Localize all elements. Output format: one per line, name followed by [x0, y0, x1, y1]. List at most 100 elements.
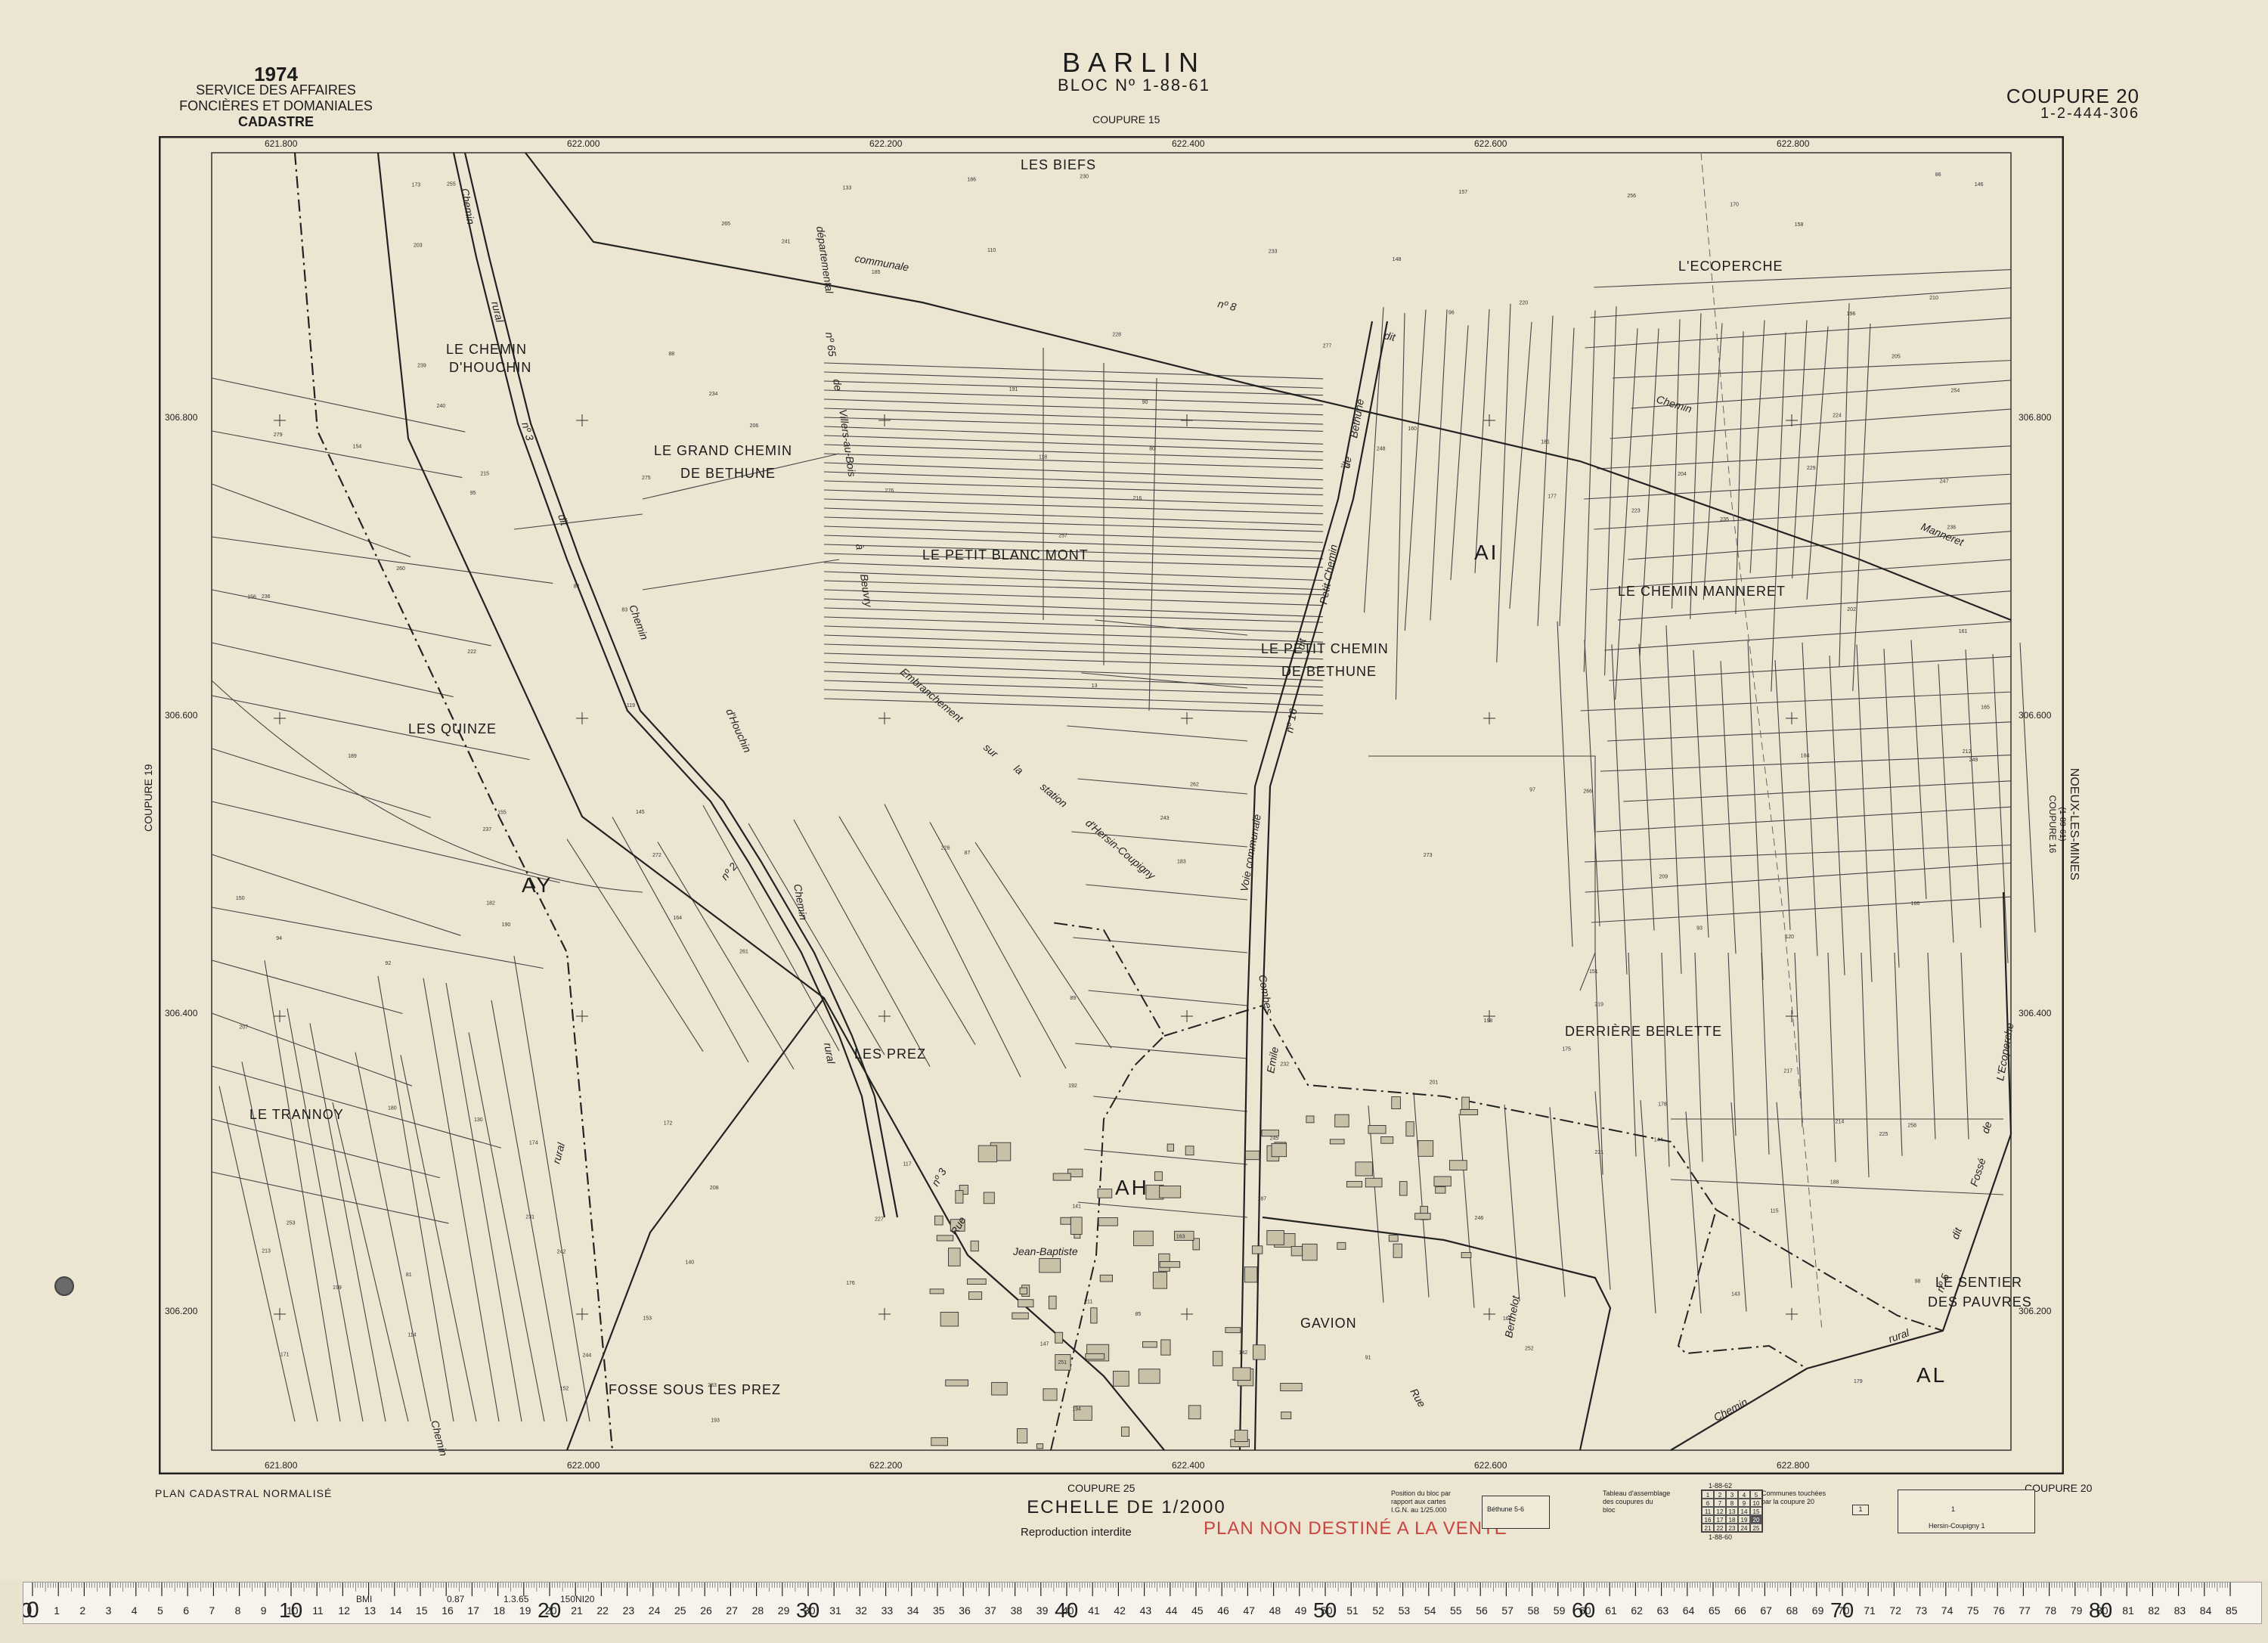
road-chemin-sw: Chemin: [429, 1419, 450, 1458]
ruler-number: 79: [2071, 1604, 2083, 1617]
parcel-number: 141: [1072, 1204, 1081, 1209]
parcel-number: 246: [1475, 1216, 1484, 1221]
parcel-number: 228: [1112, 333, 1121, 338]
ruler-number: 25: [674, 1604, 686, 1617]
parcel-number: 255: [447, 182, 456, 188]
coupure-right-town: NOEUX-LES-MINES: [2068, 767, 2081, 881]
ruler-number: 66: [1734, 1604, 1746, 1617]
parcel-number: 199: [333, 1285, 342, 1291]
ruler-number: 31: [829, 1604, 841, 1617]
parcel-number: 261: [739, 950, 748, 955]
parcel-number: 252: [1525, 1346, 1534, 1351]
ruler-decade: 50: [1313, 1598, 1337, 1622]
coord-y-left: 306.200: [165, 1306, 198, 1316]
parcel-number: 219: [1594, 1002, 1603, 1007]
tableau-text: Tableau d'assemblage des coupures du bloc: [1603, 1490, 1671, 1514]
ruler-number: 47: [1243, 1604, 1255, 1617]
parcel-number: 98: [1914, 1279, 1920, 1284]
section-ay: AY: [522, 873, 553, 897]
parcel-number: 234: [709, 392, 718, 397]
roads-layer: [293, 152, 2012, 1451]
ruler-number: 39: [1036, 1604, 1049, 1617]
ruler-number: 27: [726, 1604, 738, 1617]
parcel-number: 165: [1981, 705, 1990, 711]
parcel-number: 88: [668, 352, 674, 357]
ruler-code: 0.87: [447, 1594, 465, 1604]
parcel-number: 119: [627, 703, 635, 708]
grid-cell: 20: [1750, 1515, 1762, 1524]
section-al: AL: [1916, 1363, 1947, 1387]
footer-boxes: Position du bloc par rapport aux cartes I.…: [1391, 1482, 2071, 1550]
parcel-number: 230: [1080, 175, 1089, 180]
ruler-number: 53: [1399, 1604, 1411, 1617]
parcel-number: 224: [1833, 413, 1842, 418]
parcel-number: 110: [987, 248, 996, 253]
parcel-number: 163: [1176, 1234, 1185, 1239]
ruler-number: 29: [778, 1604, 790, 1617]
grid-cell: 4: [1738, 1490, 1750, 1499]
parcel-number: 152: [560, 1387, 569, 1392]
ruler-number: 58: [1528, 1604, 1540, 1617]
coord-y-left: 306.400: [165, 1008, 198, 1018]
coord-x-top: 621.800: [265, 138, 298, 149]
ruler-decade: 30: [796, 1598, 820, 1622]
parcel-number: 205: [1892, 354, 1901, 359]
parcel-number: 80: [1149, 447, 1155, 452]
cadastre-label: CADASTRE: [237, 114, 314, 129]
parcel-number: 192: [1068, 1083, 1077, 1089]
place-le-trannoy: LE TRANNOY: [249, 1107, 344, 1122]
road-n65: nº 65: [823, 331, 838, 357]
grid-cell: 8: [1726, 1499, 1738, 1507]
grid-cell: 19: [1738, 1515, 1750, 1524]
ruler-number: 49: [1295, 1604, 1307, 1617]
ruler-number: 38: [1011, 1604, 1023, 1617]
parcel-number: 177: [1548, 494, 1557, 499]
ruler-number: 34: [907, 1604, 919, 1617]
parcel-number: 194: [1072, 1406, 1081, 1412]
place-gavion: GAVION: [1300, 1316, 1357, 1331]
road-emile: Emile: [1264, 1046, 1281, 1074]
parcel-number: 243: [1160, 816, 1170, 821]
grid-cell: 10: [1750, 1499, 1762, 1507]
parcel-number: 244: [583, 1353, 592, 1358]
place-les-biefs: LES BIEFS: [1021, 157, 1096, 172]
parcel-number: 184: [1801, 753, 1810, 758]
ruler-decade: 40: [1055, 1598, 1078, 1622]
parcel-number: 215: [480, 471, 489, 476]
grid-cell: 16: [1702, 1515, 1714, 1524]
ruler-decade: 0: [23, 1598, 33, 1622]
grid-cell: 14: [1738, 1507, 1750, 1515]
parcel-number: 179: [1854, 1379, 1863, 1384]
grid-cell: 22: [1714, 1524, 1726, 1532]
parcel-number: 156: [247, 595, 256, 600]
road-embranchement: Embranchement: [898, 665, 966, 725]
punch-hole: [54, 1276, 74, 1296]
ruler-number: 64: [1683, 1604, 1695, 1617]
ruler-number: 63: [1657, 1604, 1669, 1617]
cadastral-map[interactable]: 13 251 252 253 254 255 256 257 258 260 261 262 265 26…: [159, 136, 2064, 1474]
parcel-number: 241: [782, 240, 791, 245]
ruler-number: 74: [1941, 1604, 1954, 1617]
road-departemental: départemental: [814, 225, 835, 295]
place-fosse: FOSSE SOUS LES PREZ: [609, 1382, 781, 1397]
coord-x-bottom: 622.000: [567, 1460, 600, 1471]
ruler-number: 59: [1554, 1604, 1566, 1617]
road-petit-chemin: Petit Chemin: [1317, 544, 1340, 606]
place-petit-chemin-2: DE BETHUNE: [1281, 664, 1377, 679]
parcel-number: 242: [557, 1250, 566, 1255]
road-n2: nº 2: [718, 860, 739, 882]
ruler-number: 41: [1088, 1604, 1100, 1617]
ruler-number: 28: [752, 1604, 764, 1617]
ruler-number: 17: [467, 1604, 479, 1617]
ruler-decade: 20: [538, 1598, 561, 1622]
parcel-number: 207: [239, 1025, 248, 1030]
parcel-number: 182: [486, 901, 495, 907]
parcel-number: 276: [885, 488, 894, 494]
parcel-number: 231: [525, 1215, 534, 1220]
parcel-number: 146: [1975, 182, 1984, 188]
ruler-number: 18: [494, 1604, 506, 1617]
ruler-number: 11: [312, 1604, 324, 1617]
parcel-number: 203: [414, 243, 423, 248]
parcel-number: 202: [1847, 607, 1856, 612]
parcel-number: 183: [1177, 859, 1186, 864]
